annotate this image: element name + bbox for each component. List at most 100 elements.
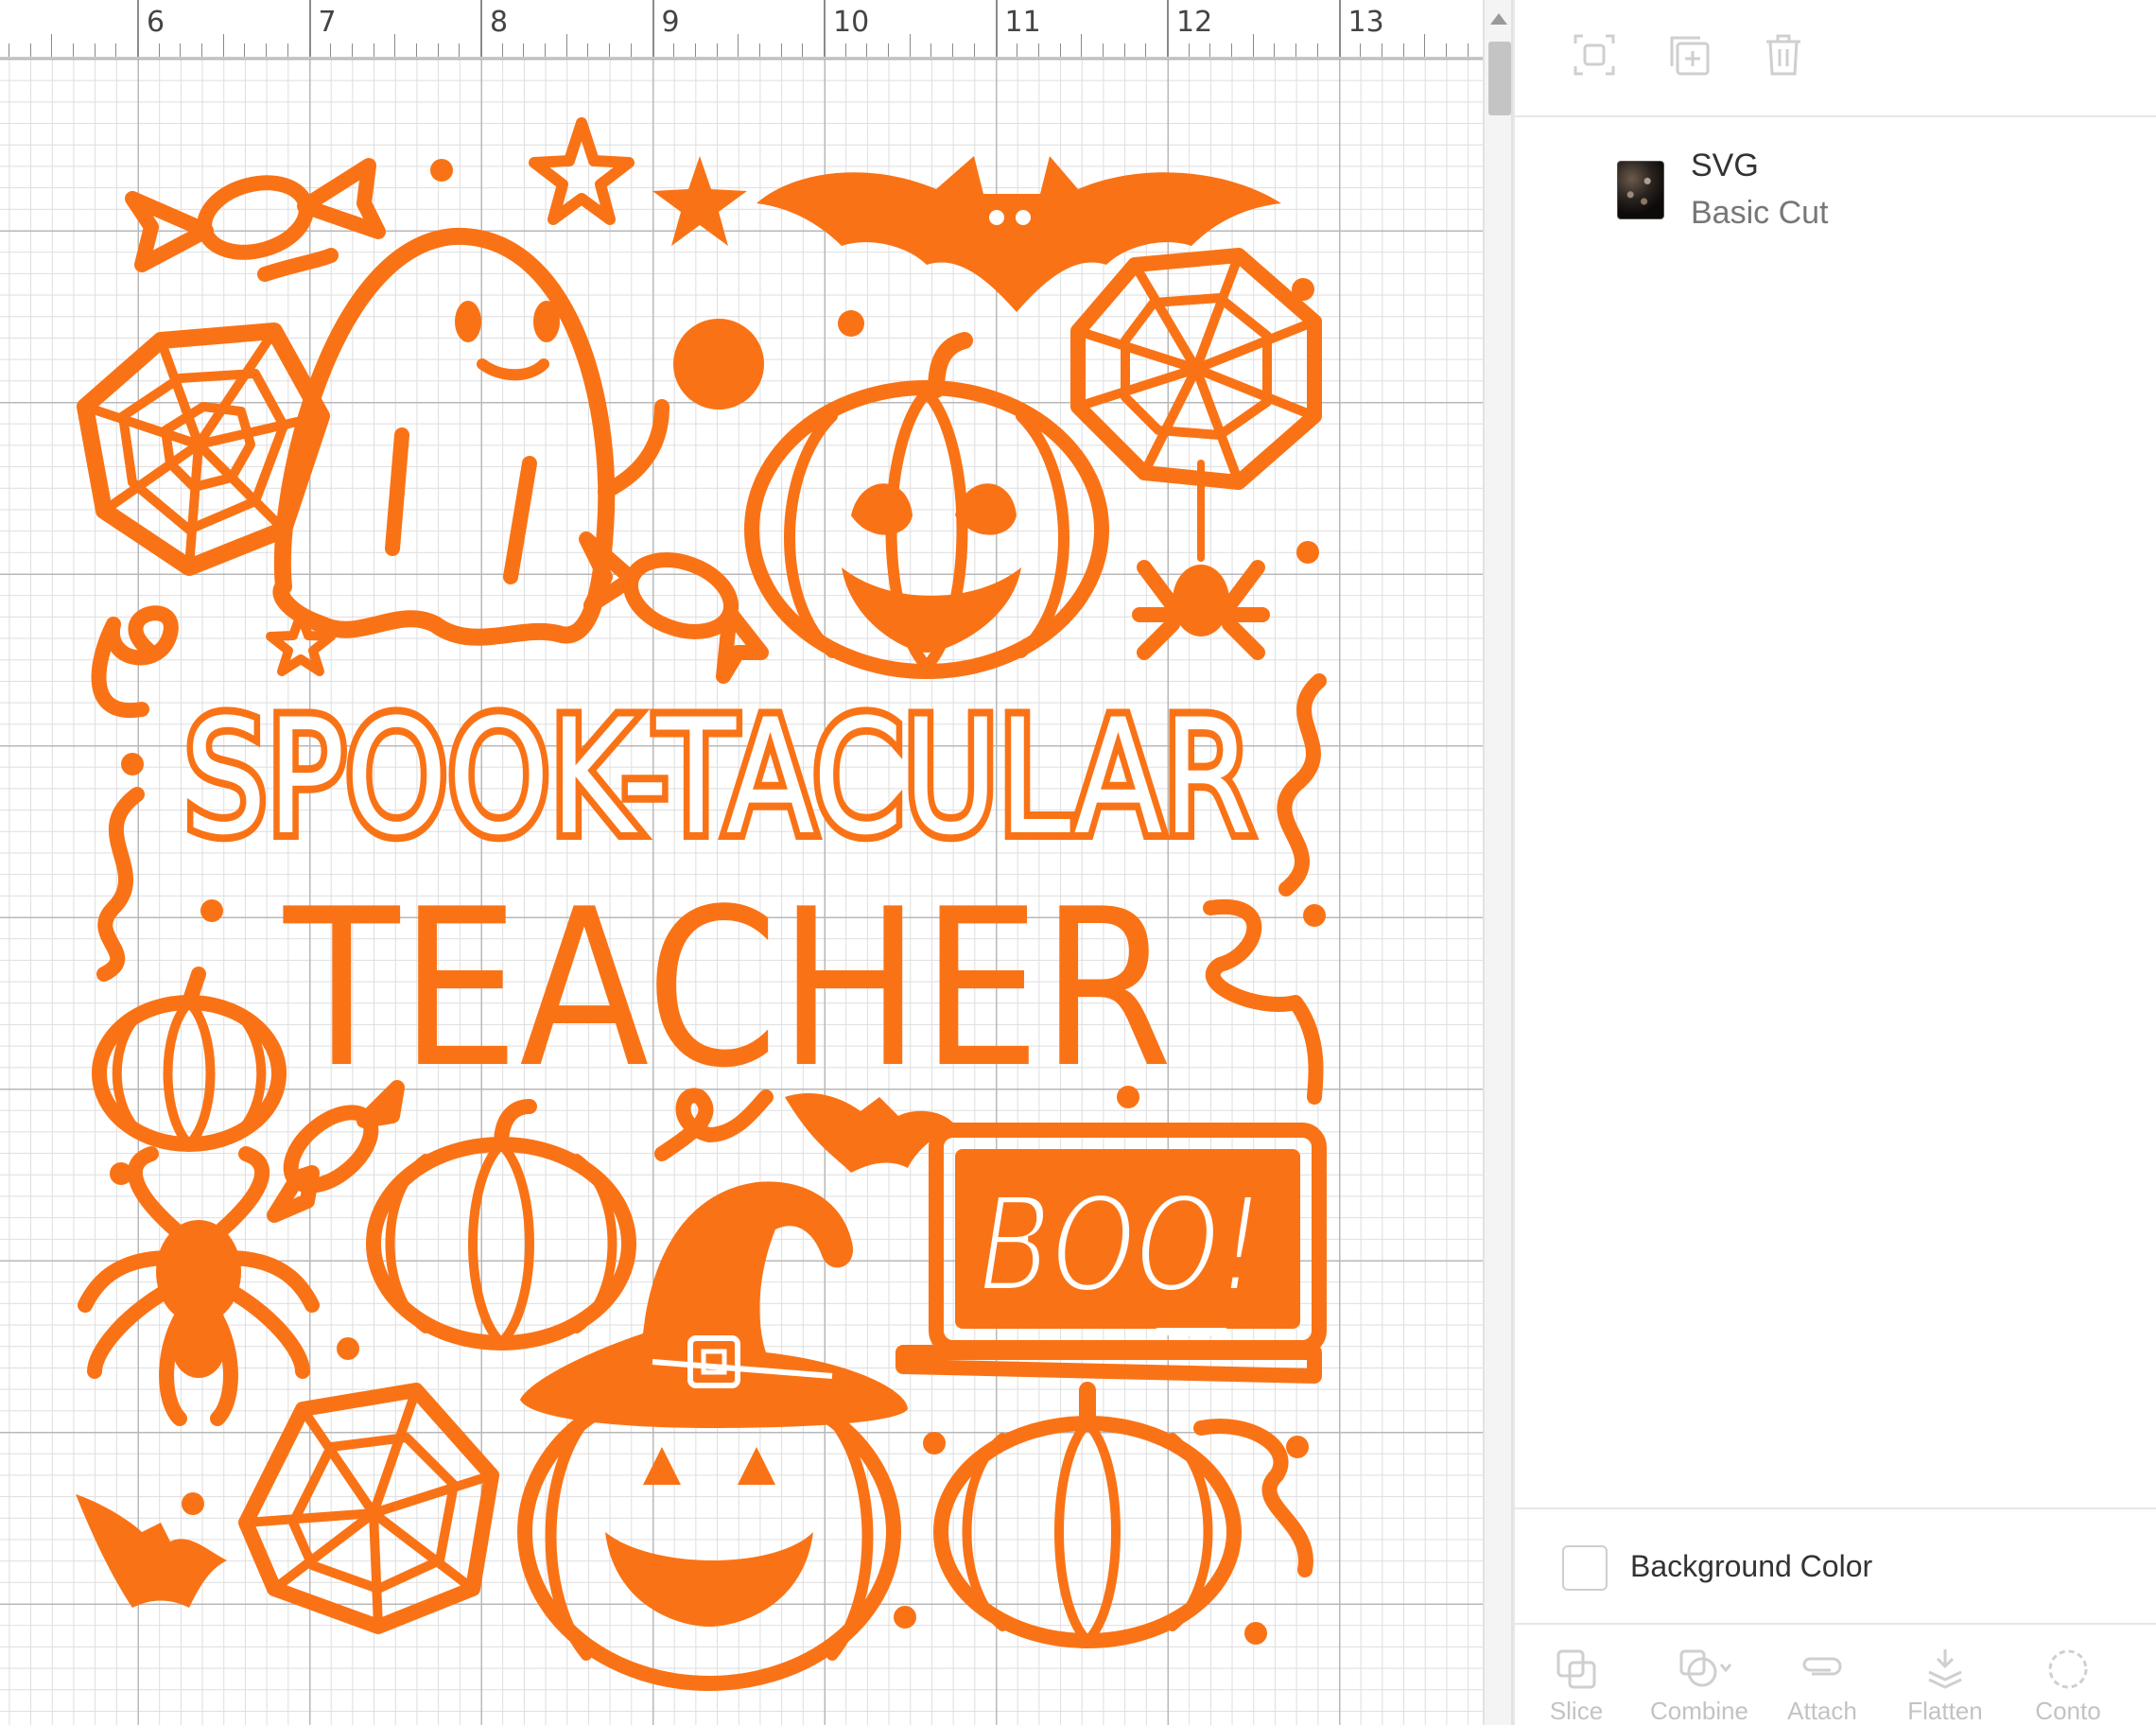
ruler-minor-tick (1295, 44, 1297, 57)
ruler-minor-tick (1123, 44, 1125, 57)
design-canvas[interactable]: SPOOK-TACULAR TEACHER BOO! 6 7 8 9 10 11 12 13 (0, 0, 1483, 1725)
ruler-minor-tick (1274, 44, 1276, 57)
ruler-minor-tick (738, 34, 739, 57)
layer-thumbnail (1617, 161, 1664, 219)
ghost-face (455, 301, 560, 381)
dot-decoration (182, 1492, 204, 1515)
canvas-scrollbar[interactable] (1483, 0, 1513, 1725)
ruler-minor-tick (415, 44, 417, 57)
layer-item[interactable]: SVG Basic Cut (1515, 132, 2156, 231)
ruler-major-tick (480, 0, 482, 57)
ruler-minor-tick (51, 34, 53, 57)
witch-hat-graphic (520, 1181, 908, 1428)
ruler-minor-tick (1467, 44, 1469, 57)
ruler-label: 6 (147, 6, 165, 39)
ruler-major-tick (652, 0, 654, 57)
apple-graphic (673, 319, 764, 409)
contour-button[interactable]: Conto (2007, 1625, 2130, 1725)
attach-label: Attach (1787, 1697, 1857, 1725)
attach-icon (1802, 1657, 1842, 1676)
ruler-minor-tick (973, 44, 975, 57)
ruler-minor-tick (694, 44, 696, 57)
lantern-eye (738, 1447, 775, 1485)
ruler-minor-tick (758, 44, 760, 57)
ruler-minor-tick (844, 44, 846, 57)
dot-decoration (337, 1337, 359, 1360)
dot-decoration (894, 1606, 916, 1629)
ruler-minor-tick (94, 44, 96, 57)
ruler-minor-tick (1102, 44, 1104, 57)
bat-graphic (756, 156, 1281, 312)
ruler-minor-tick (351, 44, 353, 57)
ruler-minor-tick (1059, 44, 1061, 57)
attach-button[interactable]: Attach (1761, 1625, 1884, 1725)
ruler-minor-tick (266, 44, 268, 57)
ruler-minor-tick (1188, 44, 1190, 57)
bat-graphic (76, 1494, 227, 1608)
bottom-toolbar: Slice Combine Attach Flatten Conto (1515, 1625, 2156, 1725)
ruler-minor-tick (780, 44, 782, 57)
ruler-minor-tick (523, 44, 525, 57)
ruler-minor-tick (222, 34, 224, 57)
ruler-minor-tick (1231, 44, 1233, 57)
dot-decoration (200, 899, 223, 922)
app-window: SPOOK-TACULAR TEACHER BOO! 6 7 8 9 10 11 12 13 (0, 0, 2156, 1725)
ruler-minor-tick (1360, 44, 1362, 57)
ruler-label: 9 (661, 6, 680, 39)
group-icon[interactable] (1568, 28, 1621, 81)
design-title-line-1: SPOOK-TACULAR (184, 685, 1253, 870)
flatten-icon (1928, 1649, 1962, 1689)
ruler-minor-tick (180, 44, 182, 57)
ruler-minor-tick (1081, 34, 1083, 57)
ruler-minor-tick (201, 44, 203, 57)
star-graphic (652, 156, 747, 246)
slice-icon (1556, 1649, 1596, 1689)
flatten-label: Flatten (1907, 1697, 1983, 1725)
slice-button[interactable]: Slice (1515, 1625, 1638, 1725)
dot-decoration (1292, 278, 1314, 301)
combine-icon (1679, 1649, 1732, 1687)
swirl-decoration (91, 605, 179, 719)
spider-body (156, 1220, 241, 1324)
layers-toolbar (1515, 0, 2156, 117)
ruler-label: 7 (318, 6, 337, 39)
spider-web-graphic (1070, 248, 1322, 562)
ruler-minor-tick (802, 44, 804, 57)
scrollbar-thumb[interactable] (1488, 42, 1511, 115)
dot-decoration (923, 1432, 946, 1455)
ruler-minor-tick (587, 44, 589, 57)
swirl-decoration (96, 787, 145, 982)
ruler-minor-tick (1037, 44, 1039, 57)
ruler-minor-tick (459, 44, 461, 57)
halloween-design[interactable]: SPOOK-TACULAR TEACHER BOO! (0, 0, 1483, 1725)
delete-icon[interactable] (1757, 28, 1810, 81)
ruler-minor-tick (1145, 44, 1147, 57)
spider-web-graphic (77, 322, 330, 576)
ruler-minor-tick (158, 44, 160, 57)
lantern-eye (643, 1447, 681, 1485)
ruler-major-tick (308, 0, 311, 57)
swirl-decoration (1277, 673, 1327, 897)
ruler-minor-tick (565, 34, 567, 57)
ruler-major-tick (137, 0, 139, 57)
ruler-minor-tick (909, 34, 911, 57)
ruler-label: 10 (833, 6, 870, 39)
ruler-major-tick (1167, 0, 1169, 57)
combine-button[interactable]: Combine (1638, 1625, 1761, 1725)
ruler-minor-tick (330, 44, 332, 57)
dot-decoration (1303, 904, 1326, 927)
spider-web-graphic (238, 1383, 499, 1634)
ruler-minor-tick (1424, 34, 1426, 57)
scroll-up-arrow-icon[interactable] (1490, 13, 1507, 25)
duplicate-icon[interactable] (1662, 28, 1715, 81)
slice-label: Slice (1549, 1697, 1604, 1725)
background-color-swatch[interactable] (1562, 1545, 1608, 1591)
background-color-row[interactable]: Background Color (1515, 1507, 2156, 1625)
contour-label: Conto (2035, 1697, 2101, 1725)
pumpkin-graphic (933, 1382, 1242, 1648)
ruler-minor-tick (952, 44, 954, 57)
ruler-minor-tick (630, 44, 632, 57)
dot-decoration (430, 159, 453, 182)
flatten-button[interactable]: Flatten (1884, 1625, 2007, 1725)
pumpkin-eye (851, 483, 913, 535)
